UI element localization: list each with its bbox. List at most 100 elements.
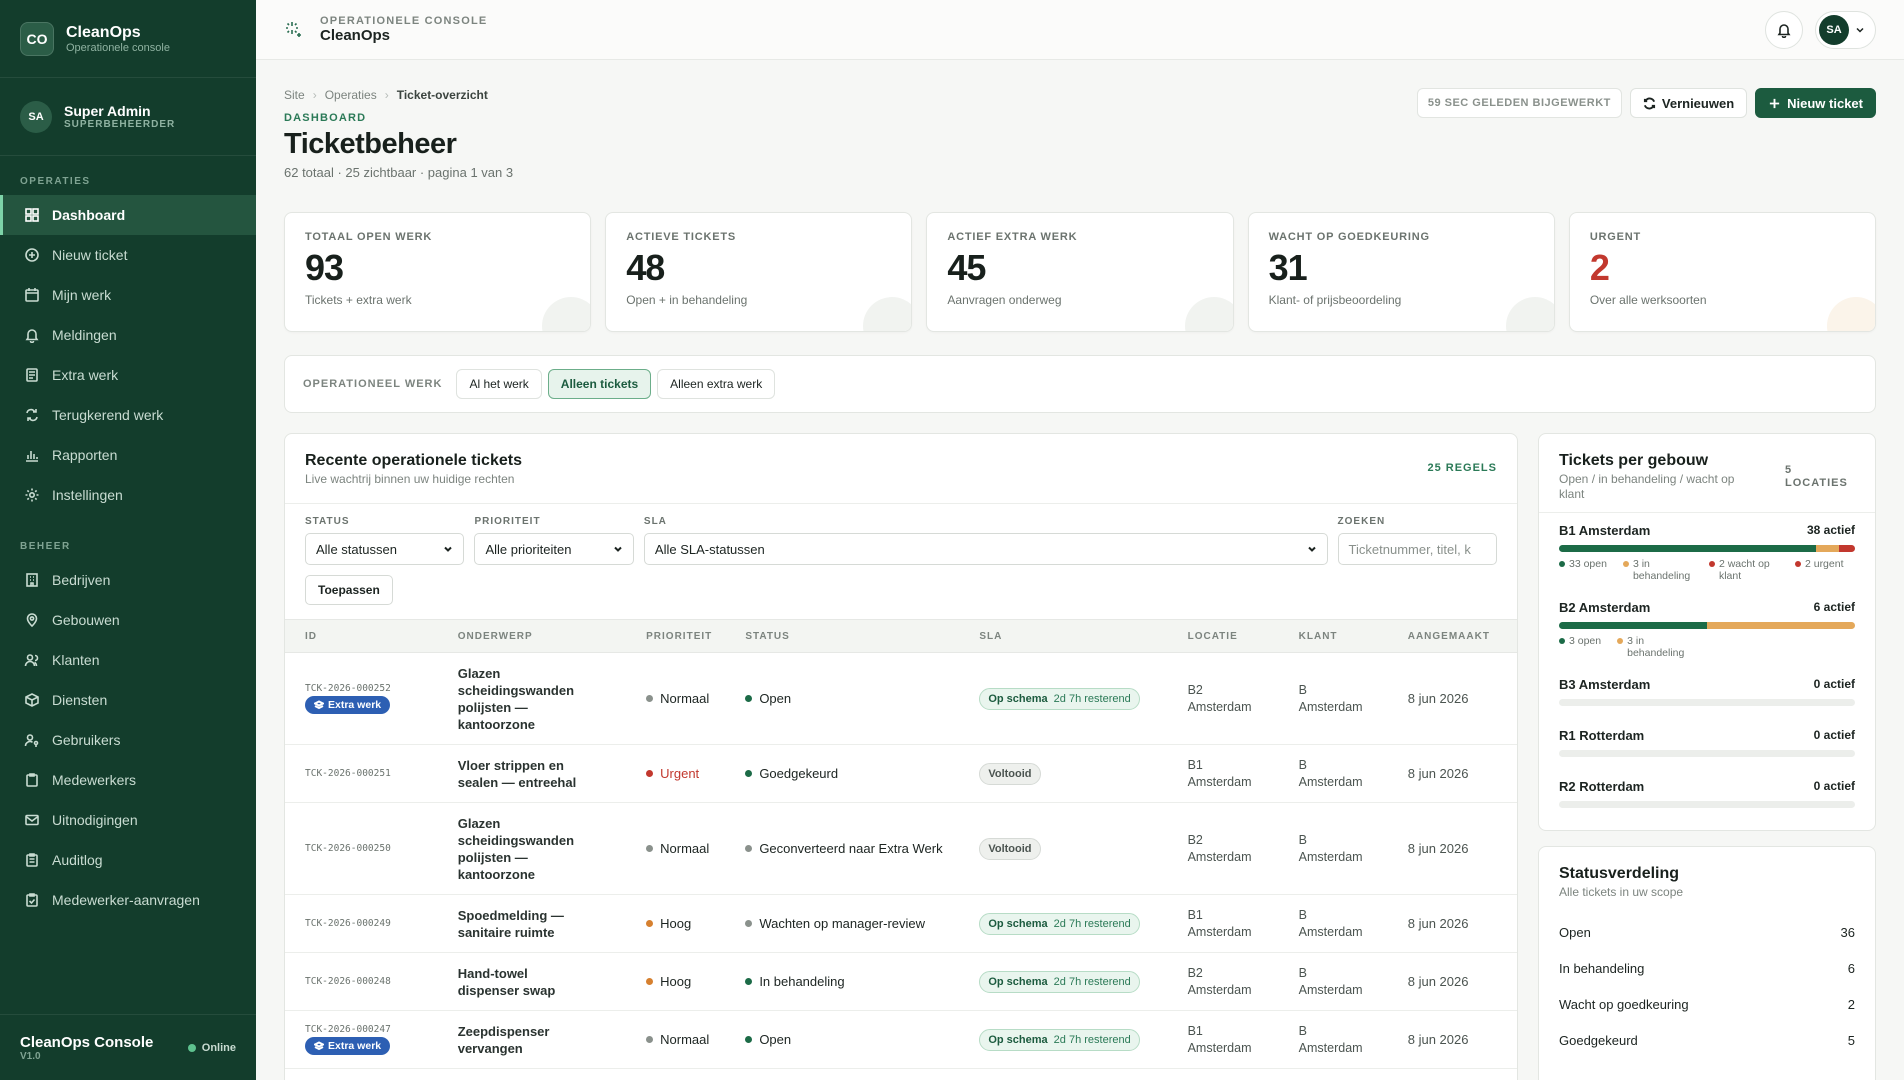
building-progress-bar	[1559, 622, 1855, 629]
ticket-id[interactable]: TCK-2026-000249	[305, 918, 458, 929]
user-profile[interactable]: SA Super Admin SUPERBEHEERDER	[0, 78, 256, 156]
location-cell: B2 Amsterdam	[1187, 832, 1252, 864]
ticket-id[interactable]: TCK-2026-000248	[305, 976, 458, 987]
sidebar-item-auditlog[interactable]: Auditlog	[0, 840, 256, 880]
location-cell: B1 Amsterdam	[1187, 907, 1252, 939]
status-dist-value: 5	[1847, 1032, 1855, 1048]
building-active-count: 6 actief	[1813, 600, 1855, 614]
priority-indicator: Normaal	[646, 1032, 745, 1047]
ticket-id[interactable]: TCK-2026-000250	[305, 843, 458, 854]
status-select-value: Alle statussen	[316, 541, 397, 557]
column-header[interactable]: KLANT	[1299, 631, 1408, 642]
building-item[interactable]: B2 Amsterdam 6 actief 3 open 3 in behandel…	[1539, 590, 1875, 667]
priority-select[interactable]: Alle prioriteiten	[474, 533, 634, 565]
legend-dot-icon	[1708, 561, 1715, 567]
status-dot-icon	[745, 1036, 753, 1043]
sidebar-item-medewerker-aanvragen[interactable]: Medewerker-aanvragen	[0, 880, 256, 920]
gear-icon	[24, 487, 40, 503]
ticket-subject[interactable]: Glazen scheidingswanden polijsten — kant…	[458, 815, 578, 883]
ticket-subject[interactable]: Vloer strippen en sealen — entreehal	[458, 757, 578, 791]
sidebar-item-instellingen[interactable]: Instellingen	[0, 475, 256, 515]
building-item[interactable]: R1 Rotterdam 0 actief	[1539, 718, 1875, 769]
notifications-button[interactable]	[1765, 10, 1803, 49]
table-row[interactable]: TCK-2026-000252 Extra werk Glazen scheidi…	[285, 653, 1517, 745]
sidebar-item-label: Nieuw ticket	[52, 247, 128, 263]
table-row[interactable]: TCK-2026-000249 Spoedmelding — sanitaire…	[285, 895, 1517, 953]
sidebar-item-label: Gebouwen	[52, 612, 120, 628]
building-active-count: 38 actief	[1806, 523, 1855, 537]
sidebar-item-gebouwen[interactable]: Gebouwen	[0, 600, 256, 640]
apply-filters-button[interactable]: Toepassen	[305, 575, 393, 605]
ticket-subject[interactable]: Hand-towel dispenser swap	[458, 965, 578, 999]
sidebar-item-extra-werk[interactable]: Extra werk	[0, 355, 256, 395]
sidebar-item-mijn-werk[interactable]: Mijn werk	[0, 275, 256, 315]
extra-work-badge: Extra werk	[305, 696, 391, 714]
ticket-id[interactable]: TCK-2026-000252	[305, 683, 458, 694]
sidebar-item-dashboard[interactable]: Dashboard	[0, 195, 256, 235]
table-row[interactable]: TCK-2026-000251 Vloer strippen en sealen…	[285, 745, 1517, 803]
bar-segment-open	[1559, 545, 1817, 552]
sla-select[interactable]: Alle SLA-statussen	[643, 533, 1328, 565]
status-label: Open	[759, 691, 792, 706]
search-input[interactable]: Ticketnummer, titel, k	[1337, 533, 1497, 565]
sidebar-footer: CleanOps Console V1.0 Online	[0, 1014, 256, 1080]
work-filter-chip[interactable]: Alleen extra werk	[657, 369, 776, 399]
sidebar-item-medewerkers[interactable]: Medewerkers	[0, 760, 256, 800]
sidebar-item-label: Rapporten	[52, 447, 118, 463]
building-item[interactable]: B1 Amsterdam 38 actief 33 open 3 in behand…	[1539, 513, 1875, 590]
sidebar-item-gebruikers[interactable]: Gebruikers	[0, 720, 256, 760]
sidebar-item-terugkerend-werk[interactable]: Terugkerend werk	[0, 395, 256, 435]
location-cell: B2 Amsterdam	[1187, 682, 1252, 714]
sidebar-item-klanten[interactable]: Klanten	[0, 640, 256, 680]
breadcrumb-site[interactable]: Site	[284, 88, 305, 102]
ticket-subject[interactable]: Glazen scheidingswanden polijsten — kant…	[458, 665, 578, 733]
building-item[interactable]: B3 Amsterdam 0 actief	[1539, 667, 1875, 718]
page-title: Ticketbeheer	[284, 128, 457, 160]
ticket-subject[interactable]: Spoedmelding — sanitaire ruimte	[458, 907, 578, 941]
sla-badge: Op schema 2d 7h resterend	[979, 912, 1140, 935]
table-row[interactable]: TCK-2026-000248 Hand-towel dispenser swa…	[285, 953, 1517, 1011]
new-ticket-button[interactable]: Nieuw ticket	[1755, 88, 1876, 118]
column-header[interactable]: STATUS	[745, 631, 979, 642]
avatar: SA	[1819, 14, 1849, 45]
work-filter-bar: OPERATIONEEL WERK Al het werk Alleen tick…	[284, 355, 1876, 413]
status-indicator: Geconverteerd naar Extra Werk	[745, 841, 979, 856]
priority-label: Normaal	[660, 841, 710, 856]
work-filter-chip[interactable]: Al het werk	[456, 369, 542, 399]
ticket-id[interactable]: TCK-2026-000247	[305, 1024, 458, 1035]
sidebar-item-nieuw-ticket[interactable]: Nieuw ticket	[0, 235, 256, 275]
priority-label: Hoog	[660, 974, 692, 989]
column-header[interactable]: ONDERWERP	[458, 631, 646, 642]
stat-value: 2	[1589, 247, 1610, 288]
ticket-subject[interactable]: Zeepdispenser vervangen	[458, 1023, 578, 1057]
column-header[interactable]: SLA	[979, 631, 1187, 642]
sla-badge: Op schema 2d 7h resterend	[979, 1028, 1140, 1051]
table-row[interactable]: TCK-2026-000247 Extra werk Zeepdispenser …	[285, 1011, 1517, 1069]
topbar-title: CleanOps	[320, 27, 391, 44]
breadcrumb-operaties[interactable]: Operaties	[325, 88, 377, 102]
table-row[interactable]: TCK-2026-000250 Glazen scheidingswanden …	[285, 803, 1517, 895]
sidebar-item-bedrijven[interactable]: Bedrijven	[0, 560, 256, 600]
topbar: OPERATIONELE CONSOLE CleanOps SA	[256, 0, 1904, 60]
status-label: Open	[759, 1032, 792, 1047]
legend-entry: 3 in behandeling	[1622, 558, 1693, 582]
work-filter-chip[interactable]: Alleen tickets	[547, 369, 652, 399]
ticket-id[interactable]: TCK-2026-000251	[305, 768, 458, 779]
building-progress-bar	[1559, 545, 1855, 552]
account-menu-button[interactable]: SA	[1815, 10, 1876, 49]
column-header[interactable]: LOCATIE	[1188, 631, 1299, 642]
column-header[interactable]: PRIORITEIT	[646, 631, 745, 642]
status-select[interactable]: Alle statussen	[305, 533, 465, 565]
building-item[interactable]: R2 Rotterdam 0 actief	[1539, 769, 1875, 820]
document-icon	[24, 367, 40, 383]
sidebar-item-rapporten[interactable]: Rapporten	[0, 435, 256, 475]
buildings-card: Tickets per gebouw Open / in behandeling…	[1538, 433, 1876, 831]
sidebar-item-meldingen[interactable]: Meldingen	[0, 315, 256, 355]
sidebar-item-uitnodigingen[interactable]: Uitnodigingen	[0, 800, 256, 840]
column-header[interactable]: AANGEMAAKT	[1408, 631, 1497, 642]
brand[interactable]: CO CleanOps Operationele console	[0, 0, 256, 78]
sidebar-item-diensten[interactable]: Diensten	[0, 680, 256, 720]
column-header[interactable]: ID	[305, 631, 458, 642]
refresh-icon	[1643, 97, 1655, 109]
refresh-button[interactable]: Vernieuwen	[1629, 88, 1748, 118]
